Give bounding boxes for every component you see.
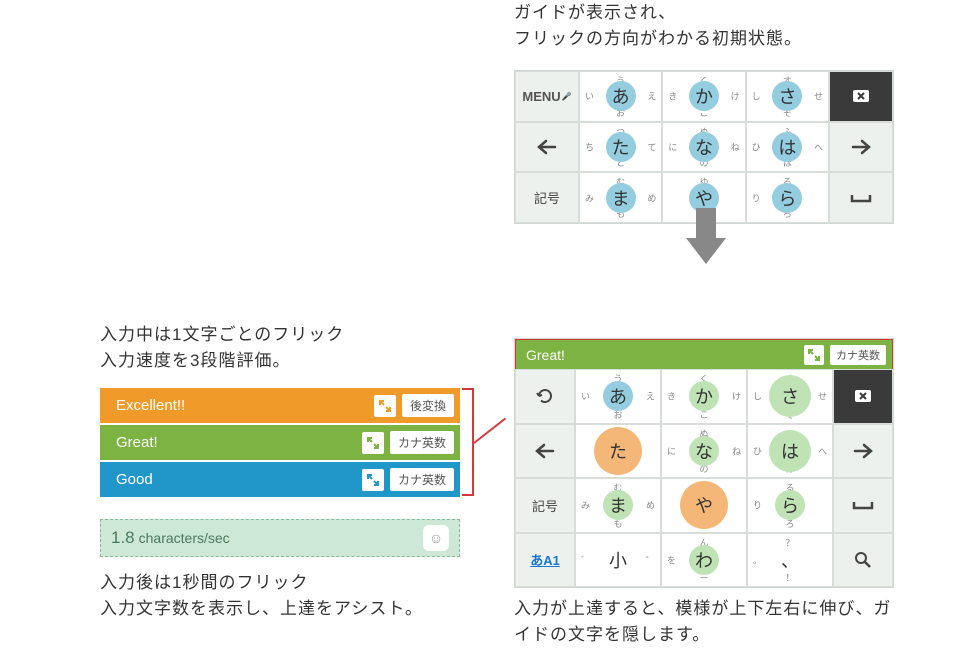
key-な[interactable]: ぬのにねな xyxy=(662,122,745,173)
key-✕[interactable] xyxy=(833,369,893,424)
keyboard-progressed: Great! カナ英数うおいえあくこきけかすそしせさたぬのにねなふほひへは記号むも… xyxy=(514,338,894,588)
arrow-down-icon xyxy=(686,238,726,264)
mode-button[interactable]: カナ英数 xyxy=(390,468,454,491)
key-小[interactable]: ゛゜小 xyxy=(575,533,661,588)
caption-progress: 入力が上達すると、模様が上下左右に伸び、ガイドの文字を隠します。 xyxy=(514,596,894,647)
key-ま[interactable]: むもみめま xyxy=(575,478,661,533)
key-␣[interactable] xyxy=(829,172,893,223)
caption-speed: 入力後は1秒間のフリック入力文字数を表示し、上達をアシスト。 xyxy=(100,570,480,621)
mode-button[interactable]: 後変換 xyxy=(402,394,454,417)
key-や[interactable]: や xyxy=(661,478,747,533)
key-あ[interactable]: うおいえあ xyxy=(579,71,662,122)
key-ら[interactable]: るろりら xyxy=(747,478,833,533)
speed-indicator: 1.8 characters/sec ☺ xyxy=(100,519,460,557)
key-MENU[interactable]: MENU🎤 xyxy=(515,71,579,122)
key-ま[interactable]: むもみめま xyxy=(579,172,662,223)
key-あ[interactable]: うおいえあ xyxy=(575,369,661,424)
smiley-icon: ☺ xyxy=(423,525,449,551)
key-←[interactable] xyxy=(515,424,575,479)
key-✕[interactable] xyxy=(829,71,893,122)
caption-initial-state: ガイドが表示され、フリックの方向がわかる初期状態。 xyxy=(514,0,894,51)
rating-label: Great! xyxy=(522,347,798,363)
key-か[interactable]: くこきけか xyxy=(661,369,747,424)
key-↺[interactable] xyxy=(515,369,575,424)
speed-number: 1.8 xyxy=(111,528,135,548)
key-な[interactable]: ぬのにねな xyxy=(661,424,747,479)
rating-leader-line xyxy=(473,418,506,444)
keyboard-initial: MENU🎤うおいえあくこきけかすそしせさつとちてたぬのにねなふほひへは記号むもみ… xyxy=(514,70,894,224)
key-か[interactable]: くこきけか xyxy=(662,71,745,122)
key-ら[interactable]: るろりら xyxy=(746,172,829,223)
expand-icon[interactable] xyxy=(362,469,384,491)
expand-icon[interactable] xyxy=(374,395,396,417)
rating-bracket xyxy=(462,388,474,496)
rating-label: Excellent!! xyxy=(106,397,368,414)
key-さ[interactable]: すそしせさ xyxy=(746,71,829,122)
key-記号[interactable]: 記号 xyxy=(515,478,575,533)
key-記号[interactable]: 記号 xyxy=(515,172,579,223)
mode-button[interactable]: カナ英数 xyxy=(830,345,886,365)
rating-orange: Excellent!! 後変換 xyxy=(100,388,460,423)
key-は[interactable]: ふほひへは xyxy=(747,424,833,479)
key-→[interactable] xyxy=(833,424,893,479)
key-←[interactable] xyxy=(515,122,579,173)
rating-green: Great! カナ英数 xyxy=(100,425,460,460)
key-␣[interactable] xyxy=(833,478,893,533)
key-→[interactable] xyxy=(829,122,893,173)
expand-icon[interactable] xyxy=(804,345,824,365)
key-は[interactable]: ふほひへは xyxy=(746,122,829,173)
key-、[interactable]: ？！。、 xyxy=(747,533,833,588)
key-🔍[interactable] xyxy=(833,533,893,588)
mode-button[interactable]: カナ英数 xyxy=(390,431,454,454)
key-た[interactable]: つとちてた xyxy=(579,122,662,173)
expand-icon[interactable] xyxy=(362,432,384,454)
key-あA1[interactable]: あA1 xyxy=(515,533,575,588)
key-わ[interactable]: んーをわ xyxy=(661,533,747,588)
speed-unit: characters/sec xyxy=(139,530,230,546)
key-さ[interactable]: すそしせさ xyxy=(747,369,833,424)
caption-rating: 入力中は1文字ごとのフリック入力速度を3段階評価。 xyxy=(100,322,480,373)
rating-label: Good xyxy=(106,471,356,488)
rating-label: Great! xyxy=(106,434,356,451)
rating-bar-current: Great! カナ英数 xyxy=(515,339,893,369)
rating-bars: Excellent!! 後変換 Great! カナ英数 Good カナ英数 xyxy=(100,388,460,499)
rating-blue: Good カナ英数 xyxy=(100,462,460,497)
key-た[interactable]: た xyxy=(575,424,661,479)
